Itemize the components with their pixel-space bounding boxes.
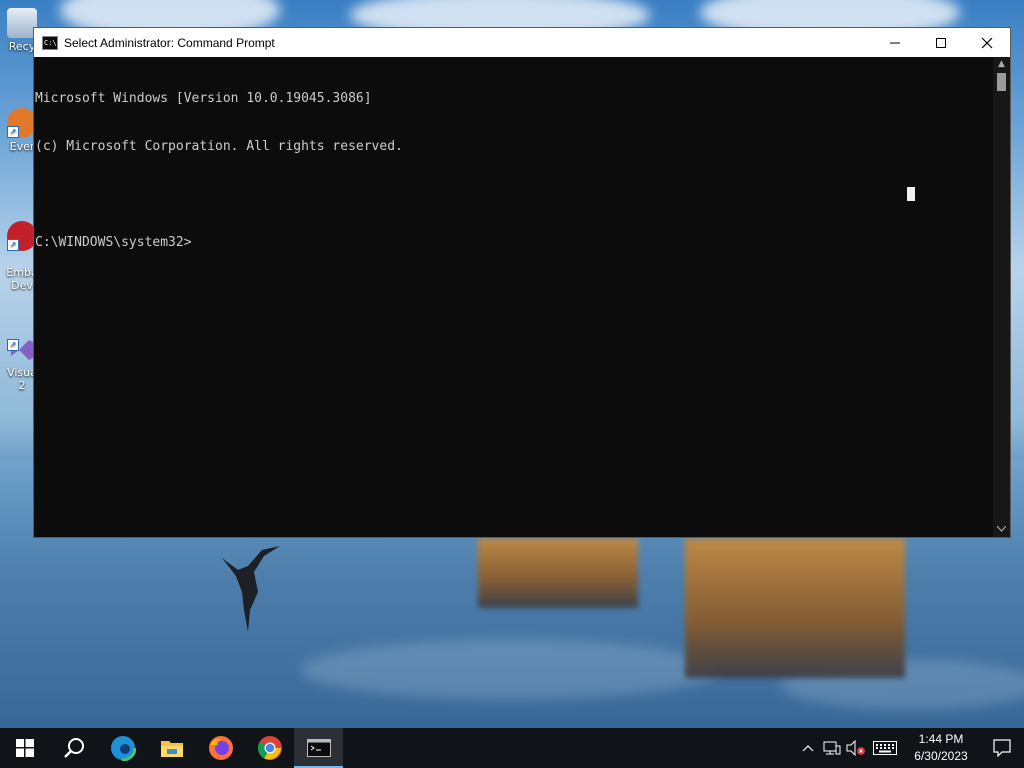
network-icon bbox=[823, 741, 841, 755]
shortcut-arrow-icon: ↗ bbox=[7, 339, 19, 351]
text-cursor bbox=[907, 187, 915, 201]
minimize-button[interactable] bbox=[872, 28, 918, 57]
taskbar-firefox[interactable] bbox=[196, 728, 245, 768]
desktop-icon-label: Recy bbox=[8, 40, 36, 53]
volume-muted-icon bbox=[846, 740, 865, 756]
wallpaper-person bbox=[222, 546, 280, 632]
console-output[interactable]: Microsoft Windows [Version 10.0.19045.30… bbox=[34, 57, 993, 537]
system-tray: 1:44 PM 6/30/2023 bbox=[796, 728, 1024, 768]
scroll-down-arrow-icon[interactable] bbox=[993, 523, 1010, 537]
console-line: (c) Microsoft Corporation. All rights re… bbox=[35, 139, 403, 154]
taskbar: 1:44 PM 6/30/2023 bbox=[0, 728, 1024, 768]
close-icon bbox=[981, 37, 993, 48]
shortcut-arrow-icon: ↗ bbox=[7, 239, 19, 251]
folder-icon bbox=[160, 741, 183, 757]
close-button[interactable] bbox=[964, 28, 1010, 57]
wallpaper-rock bbox=[685, 538, 905, 678]
taskbar-file-explorer[interactable] bbox=[147, 728, 196, 768]
windows-logo-icon bbox=[15, 739, 34, 757]
volume-button[interactable] bbox=[844, 728, 868, 768]
clock-time: 1:44 PM bbox=[918, 732, 964, 746]
edge-icon bbox=[109, 735, 136, 761]
maximize-icon bbox=[936, 37, 946, 48]
chevron-up-icon bbox=[802, 745, 814, 752]
command-prompt-line[interactable]: C:\WINDOWS\system32> bbox=[35, 235, 993, 251]
scroll-up-arrow-icon[interactable]: ▲ bbox=[993, 57, 1010, 71]
maximize-button[interactable] bbox=[918, 28, 964, 57]
taskbar-edge[interactable] bbox=[98, 728, 147, 768]
command-prompt-window[interactable]: C:\ Select Administrator: Command Prompt… bbox=[33, 27, 1011, 538]
clock-date: 6/30/2023 bbox=[914, 749, 968, 763]
taskbar-chrome[interactable] bbox=[245, 728, 294, 768]
title-bar[interactable]: C:\ Select Administrator: Command Prompt bbox=[34, 28, 1010, 57]
show-hidden-icons-button[interactable] bbox=[796, 728, 820, 768]
taskbar-command-prompt[interactable] bbox=[294, 728, 343, 768]
wallpaper-rock bbox=[478, 538, 638, 608]
action-center-button[interactable] bbox=[980, 739, 1024, 757]
search-button[interactable] bbox=[49, 728, 98, 768]
firefox-icon bbox=[208, 736, 233, 760]
scrollbar-thumb[interactable] bbox=[997, 73, 1006, 91]
vertical-scrollbar[interactable]: ▲ bbox=[993, 57, 1010, 537]
chrome-icon bbox=[257, 736, 282, 760]
search-icon bbox=[63, 738, 84, 758]
minimize-icon bbox=[890, 42, 900, 43]
notification-icon bbox=[993, 739, 1011, 757]
cmd-icon bbox=[306, 739, 331, 757]
keyboard-icon bbox=[873, 741, 897, 755]
start-button[interactable] bbox=[0, 728, 49, 768]
window-title: Select Administrator: Command Prompt bbox=[64, 35, 275, 50]
network-button[interactable] bbox=[820, 728, 844, 768]
clock-button[interactable]: 1:44 PM 6/30/2023 bbox=[902, 731, 980, 765]
console-line: Microsoft Windows [Version 10.0.19045.30… bbox=[35, 91, 372, 106]
desktop-icon-label: Ever bbox=[9, 140, 35, 153]
cmd-icon: C:\ bbox=[42, 35, 58, 50]
touch-keyboard-button[interactable] bbox=[868, 728, 902, 768]
shortcut-arrow-icon: ↗ bbox=[7, 126, 19, 138]
